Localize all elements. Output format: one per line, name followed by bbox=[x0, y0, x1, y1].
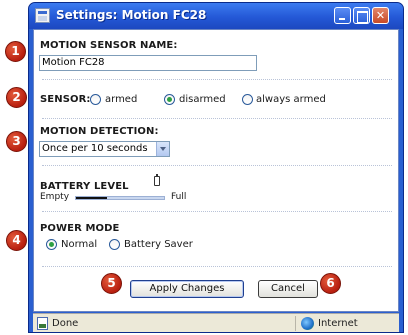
sensor-always-armed-label[interactable]: always armed bbox=[256, 94, 326, 105]
callout-4: 4 bbox=[6, 230, 27, 251]
power-mode-battery-saver-radio[interactable] bbox=[109, 239, 120, 250]
minimize-button[interactable] bbox=[334, 7, 351, 24]
window-title: Settings: Motion FC28 bbox=[56, 8, 207, 22]
power-mode-normal-radio[interactable] bbox=[46, 239, 57, 250]
cancel-button[interactable]: Cancel bbox=[258, 280, 318, 298]
status-bar: Done Internet bbox=[33, 313, 399, 332]
maximize-icon bbox=[354, 8, 369, 23]
sensor-disarmed-radio[interactable] bbox=[164, 94, 175, 105]
callout-2: 2 bbox=[6, 87, 27, 108]
title-bar[interactable]: Settings: Motion FC28 ✕ bbox=[29, 3, 403, 29]
power-mode-battery-saver-label[interactable]: Battery Saver bbox=[124, 239, 193, 250]
sensor-always-armed-radio[interactable] bbox=[242, 94, 253, 105]
battery-level-fill bbox=[76, 197, 107, 199]
minimize-icon bbox=[335, 8, 350, 23]
callout-1: 1 bbox=[5, 41, 26, 62]
divider bbox=[42, 266, 392, 267]
battery-level-bar bbox=[75, 196, 165, 200]
divider bbox=[42, 79, 392, 80]
motion-sensor-name-input[interactable]: Motion FC28 bbox=[39, 55, 257, 71]
globe-icon bbox=[301, 317, 314, 330]
window-app-icon bbox=[35, 8, 50, 23]
callout-5: 5 bbox=[101, 273, 122, 294]
close-icon: ✕ bbox=[375, 9, 386, 22]
motion-detection-selected-value: Once per 10 seconds bbox=[42, 143, 148, 154]
divider bbox=[42, 165, 392, 166]
motion-sensor-name-label: MOTION SENSOR NAME: bbox=[40, 40, 178, 51]
page-icon bbox=[37, 317, 48, 330]
battery-full-label: Full bbox=[171, 192, 187, 202]
power-mode-normal-label[interactable]: Normal bbox=[61, 239, 97, 250]
settings-window: Settings: Motion FC28 ✕ MOTION SENSOR NA… bbox=[28, 2, 404, 333]
power-mode-label: POWER MODE bbox=[40, 223, 120, 234]
status-text: Done bbox=[52, 318, 79, 329]
divider bbox=[42, 118, 392, 119]
divider bbox=[42, 211, 392, 212]
chevron-down-icon[interactable] bbox=[156, 142, 169, 156]
sensor-disarmed-label[interactable]: disarmed bbox=[179, 94, 226, 105]
battery-level-label: BATTERY LEVEL bbox=[40, 181, 129, 192]
motion-detection-select[interactable]: Once per 10 seconds bbox=[39, 141, 170, 157]
motion-detection-label: MOTION DETECTION: bbox=[40, 126, 159, 137]
callout-6: 6 bbox=[320, 273, 341, 294]
apply-changes-button[interactable]: Apply Changes bbox=[130, 280, 244, 298]
sensor-label: SENSOR: bbox=[40, 94, 91, 105]
battery-icon bbox=[154, 174, 160, 186]
close-button[interactable]: ✕ bbox=[372, 7, 389, 24]
security-zone-text: Internet bbox=[318, 318, 358, 329]
status-divider bbox=[295, 316, 296, 331]
battery-empty-label: Empty bbox=[40, 192, 70, 202]
sensor-armed-label[interactable]: armed bbox=[105, 94, 137, 105]
callout-3: 3 bbox=[6, 131, 27, 152]
settings-form: MOTION SENSOR NAME: Motion FC28 SENSOR: … bbox=[33, 29, 399, 312]
sensor-armed-radio[interactable] bbox=[90, 94, 101, 105]
maximize-button[interactable] bbox=[353, 7, 370, 24]
